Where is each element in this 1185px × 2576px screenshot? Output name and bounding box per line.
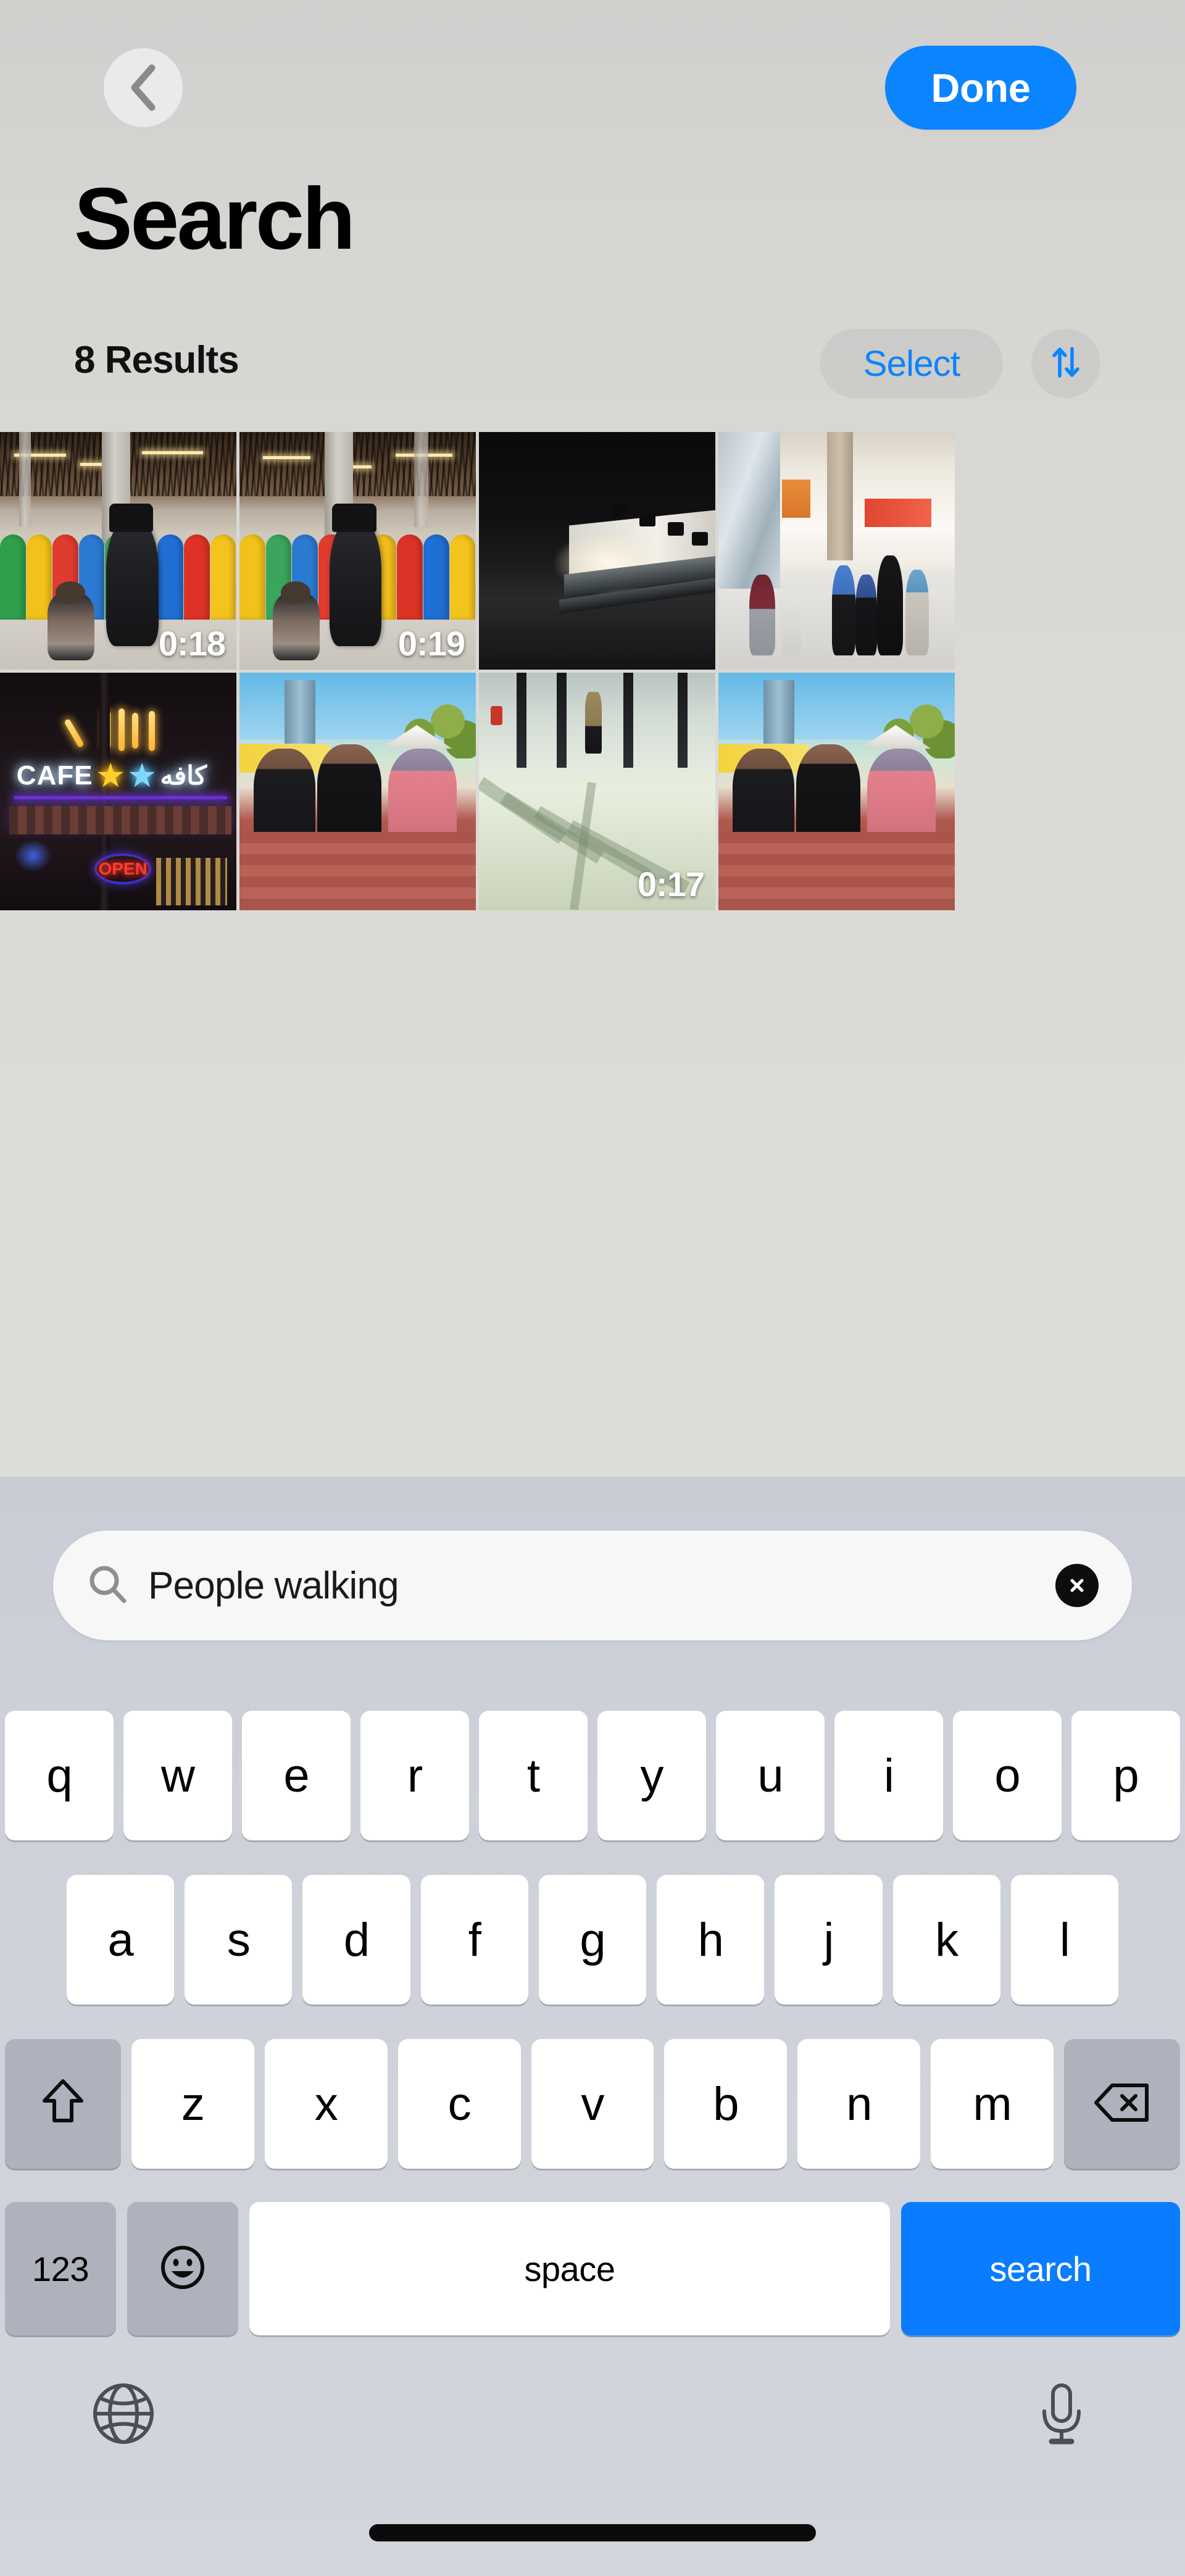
- key-x[interactable]: x: [264, 2039, 388, 2169]
- clear-x-icon: [1070, 1579, 1084, 1592]
- back-button[interactable]: [104, 48, 183, 127]
- key-o[interactable]: o: [953, 1711, 1062, 1840]
- key-a[interactable]: a: [67, 1875, 175, 2005]
- shift-arrow-icon: [38, 2076, 88, 2132]
- navigation-bar: Done: [0, 0, 1185, 179]
- delete-key[interactable]: [1064, 2039, 1181, 2169]
- keyboard-row-1: q w e r t y u i o p: [0, 1711, 1185, 1840]
- grid-cell-photo[interactable]: 0:19: [239, 432, 476, 670]
- select-button-label: Select: [863, 343, 960, 384]
- backspace-icon: [1092, 2080, 1152, 2128]
- keyboard-row-4: 123 space search: [0, 2202, 1185, 2335]
- key-z[interactable]: z: [131, 2039, 254, 2169]
- clear-search-button[interactable]: [1055, 1564, 1099, 1607]
- star-yellow-icon: ★: [97, 759, 125, 792]
- done-button[interactable]: Done: [885, 46, 1076, 130]
- key-q[interactable]: q: [5, 1711, 114, 1840]
- key-c[interactable]: c: [397, 2039, 521, 2169]
- microphone-key[interactable]: [1021, 2375, 1102, 2455]
- search-return-key[interactable]: search: [901, 2202, 1180, 2335]
- key-u[interactable]: u: [716, 1711, 825, 1840]
- photo-results-grid: 0:18 0:19 CAFE ★ ★ کافه OPEN 0:17: [0, 432, 1185, 910]
- done-button-label: Done: [931, 65, 1031, 110]
- keyboard-panel: People walking: [0, 1477, 1185, 2576]
- results-count-label: 8 Results: [74, 339, 239, 381]
- key-e[interactable]: e: [242, 1711, 351, 1840]
- globe-key[interactable]: [83, 2375, 164, 2455]
- sort-arrows-icon: [1047, 343, 1085, 384]
- grid-cell-photo[interactable]: 0:17: [479, 673, 715, 910]
- key-t[interactable]: t: [479, 1711, 588, 1840]
- key-m[interactable]: m: [931, 2039, 1054, 2169]
- key-f[interactable]: f: [420, 1875, 528, 2005]
- search-input[interactable]: People walking: [53, 1531, 1132, 1640]
- keyboard-row-3: z x c v b n m: [0, 2039, 1185, 2169]
- key-b[interactable]: b: [664, 2039, 788, 2169]
- magnifier-icon: [85, 1562, 130, 1610]
- key-d[interactable]: d: [302, 1875, 410, 2005]
- key-v[interactable]: v: [531, 2039, 654, 2169]
- key-g[interactable]: g: [538, 1875, 647, 2005]
- key-w[interactable]: w: [123, 1711, 232, 1840]
- grid-cell-photo[interactable]: [718, 673, 955, 910]
- key-y[interactable]: y: [597, 1711, 706, 1840]
- shift-key[interactable]: [5, 2039, 121, 2169]
- key-r[interactable]: r: [360, 1711, 469, 1840]
- open-sign-text: OPEN: [94, 853, 152, 884]
- key-k[interactable]: k: [892, 1875, 1000, 2005]
- grid-cell-photo[interactable]: 0:18: [0, 432, 236, 670]
- grid-cell-photo[interactable]: [718, 432, 955, 670]
- home-indicator: [369, 2524, 816, 2541]
- key-s[interactable]: s: [185, 1875, 293, 2005]
- keyboard-row-2: a s d f g h j k l: [0, 1875, 1185, 2005]
- key-i[interactable]: i: [834, 1711, 943, 1840]
- key-j[interactable]: j: [775, 1875, 883, 2005]
- globe-icon: [89, 2379, 158, 2451]
- key-l[interactable]: l: [1010, 1875, 1118, 2005]
- numbers-key[interactable]: 123: [5, 2202, 116, 2335]
- key-h[interactable]: h: [657, 1875, 765, 2005]
- emoji-key[interactable]: [127, 2202, 238, 2335]
- key-p[interactable]: p: [1071, 1711, 1180, 1840]
- results-toolbar: 8 Results Select: [0, 321, 1185, 413]
- grid-cell-photo[interactable]: CAFE ★ ★ کافه OPEN: [0, 673, 236, 910]
- grid-cell-photo[interactable]: [479, 432, 715, 670]
- star-blue-icon: ★: [128, 759, 156, 792]
- cafe-sign-text: CAFE: [16, 760, 93, 791]
- cafe-sign-arabic: کافه: [160, 761, 207, 791]
- search-input-value[interactable]: People walking: [148, 1564, 1055, 1608]
- select-button[interactable]: Select: [820, 329, 1003, 398]
- emoji-smiley-icon: [159, 2243, 207, 2295]
- space-key[interactable]: space: [249, 2202, 890, 2335]
- photos-search-screen: Done Search 8 Results Select 0:18 0:19 C…: [0, 0, 1185, 2576]
- page-title: Search: [74, 170, 356, 268]
- microphone-icon: [1031, 2379, 1092, 2451]
- key-n[interactable]: n: [797, 2039, 921, 2169]
- grid-cell-photo[interactable]: [239, 673, 476, 910]
- sort-button[interactable]: [1031, 329, 1100, 398]
- chevron-left-icon: [126, 63, 160, 112]
